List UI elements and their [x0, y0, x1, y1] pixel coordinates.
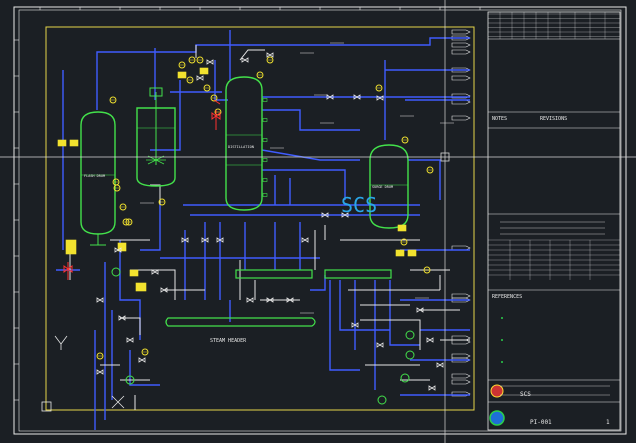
steam-header-label: STEAM HEADER	[210, 338, 247, 344]
title-block-drawing-number: PI-001	[530, 419, 552, 426]
company-logo-icon	[490, 384, 504, 398]
pid-drawing-canvas[interactable]: NOTES REVISIONS REFERENCES SCS PI-001 1	[0, 0, 636, 443]
title-block-references-label: REFERENCES	[492, 294, 522, 300]
title-block-sheet: 1	[606, 419, 610, 426]
distillation-column-tag: DISTILLATION	[228, 145, 254, 149]
title-block-revisions-label: REVISIONS	[540, 116, 567, 122]
globe-logo-icon	[489, 410, 505, 426]
right-vessel-tag: SURGE DRUM	[372, 185, 393, 189]
scs-watermark: SCS	[341, 193, 377, 217]
left-vessel-tag: FLASH DRUM	[84, 174, 105, 178]
title-block-notes-label: NOTES	[492, 116, 507, 122]
title-block-company: SCS	[520, 391, 531, 398]
